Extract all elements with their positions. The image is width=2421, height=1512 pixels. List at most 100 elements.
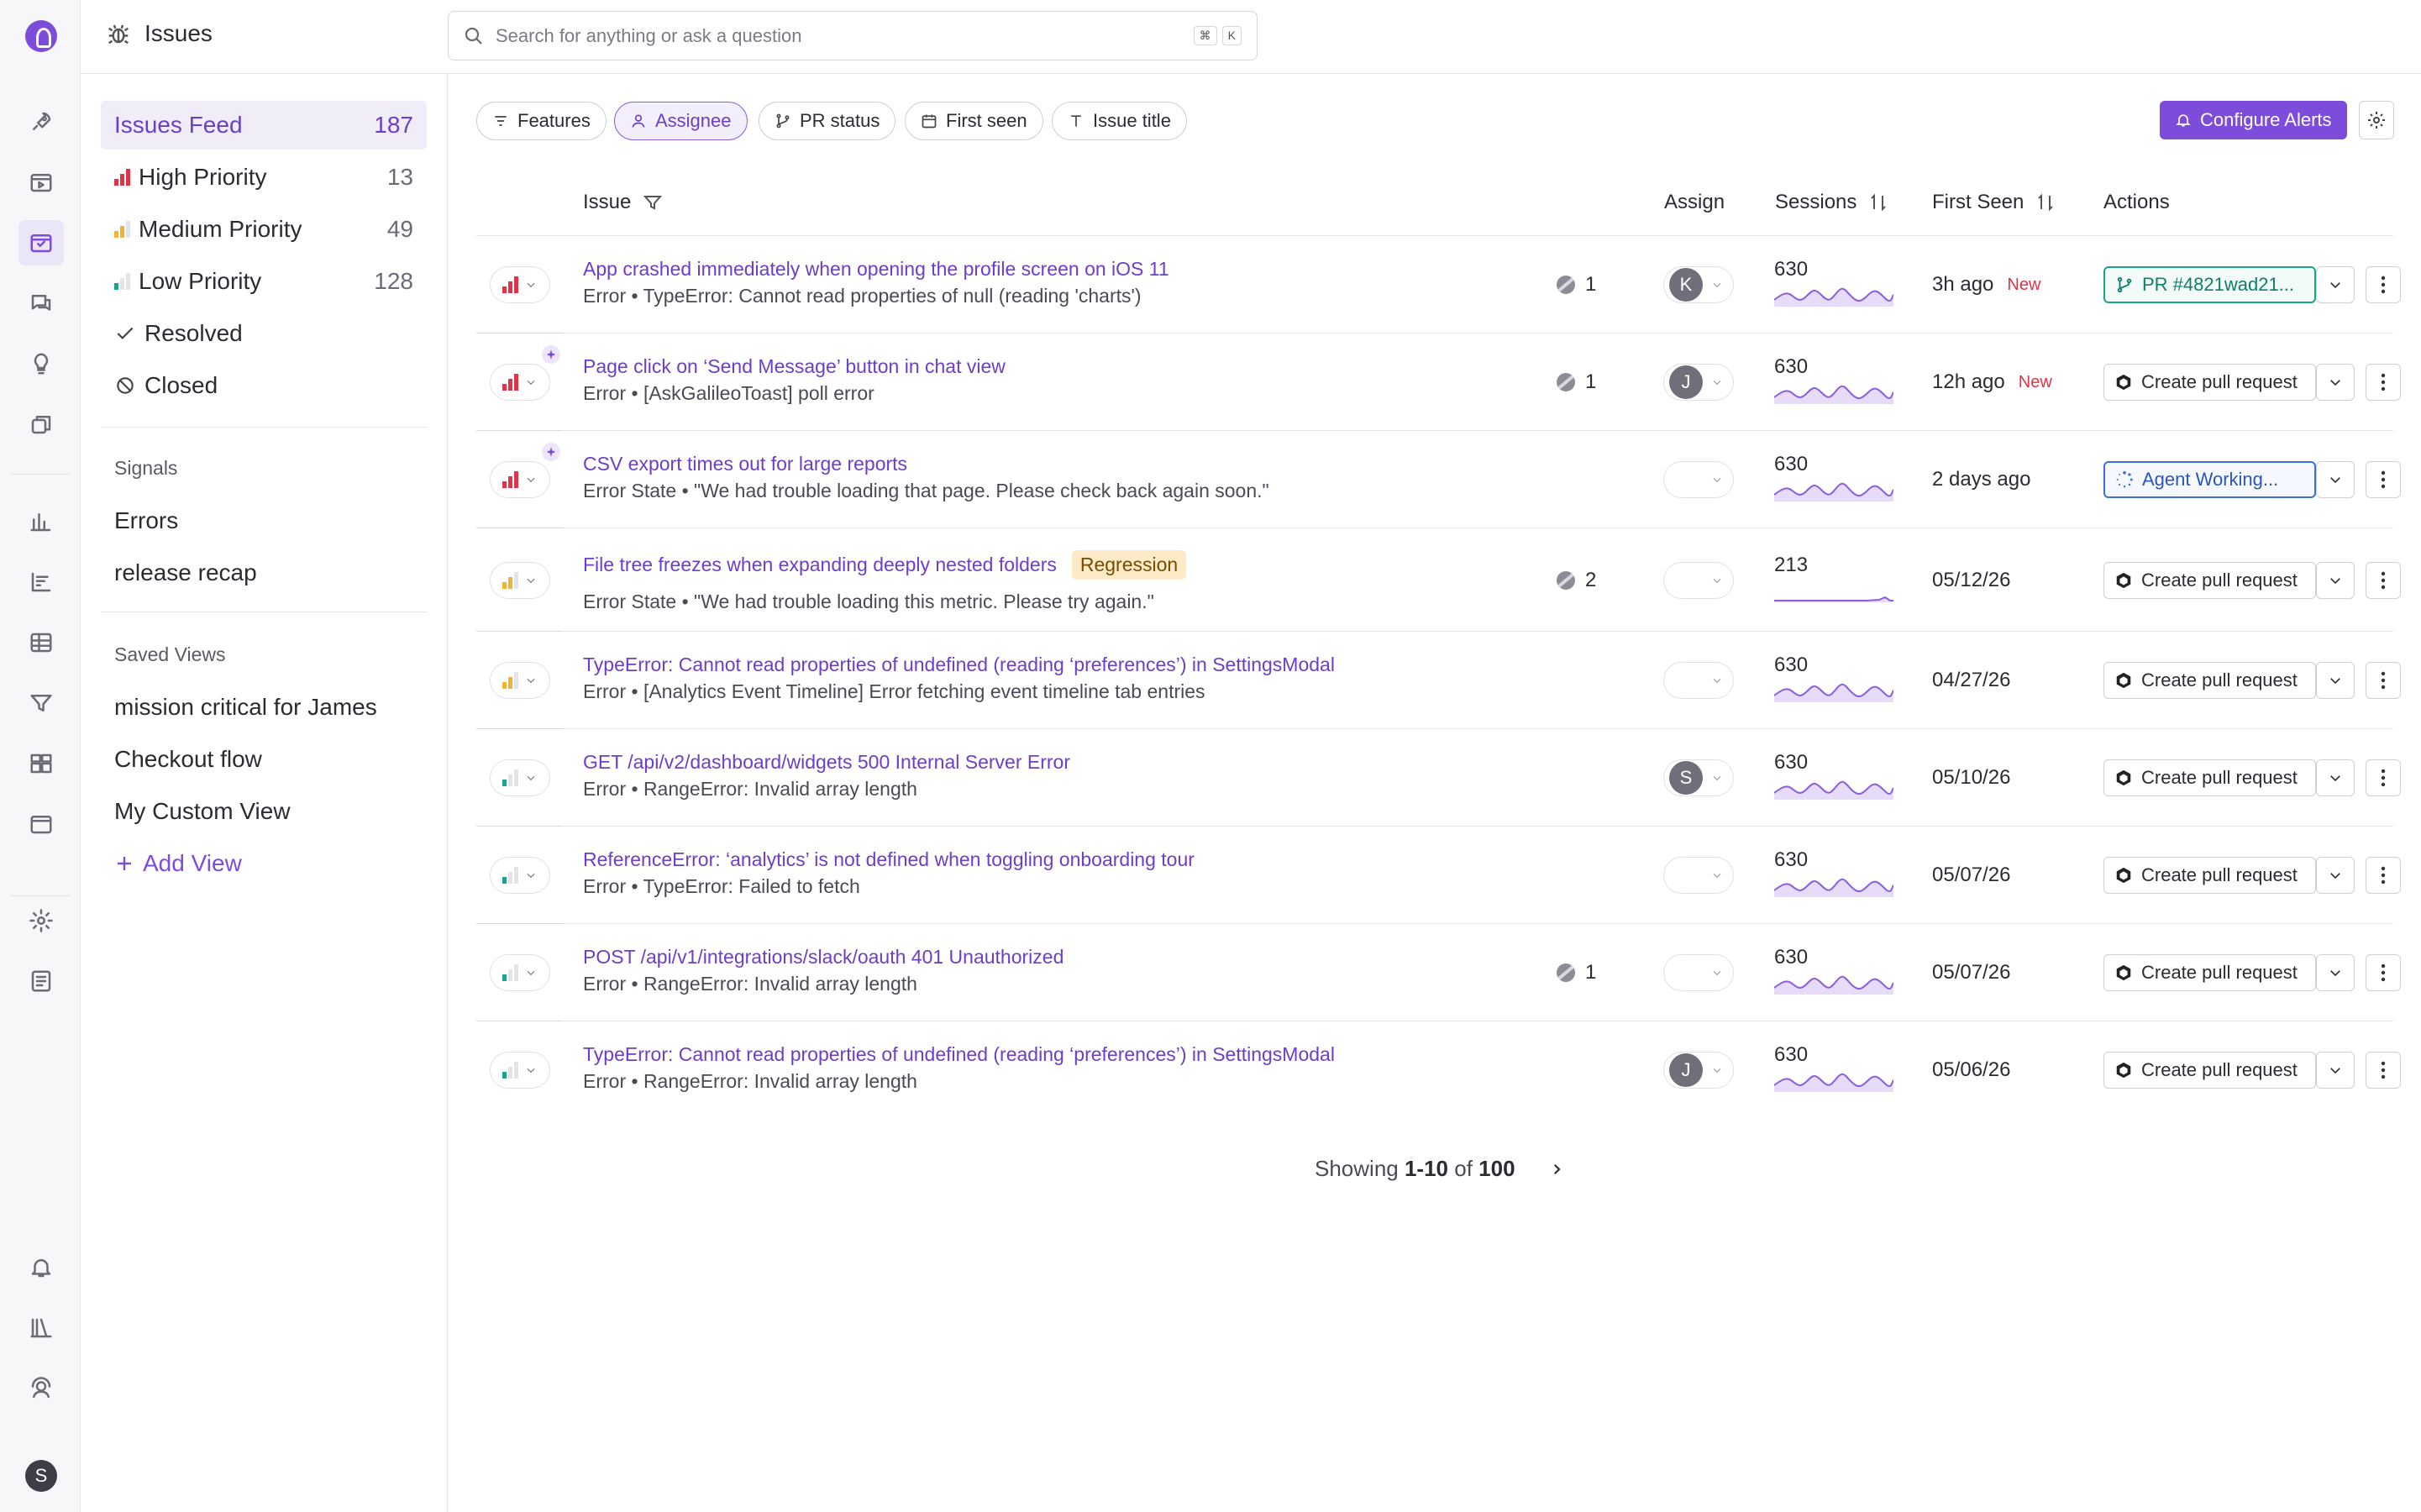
- sidebar-item-issues-feed[interactable]: Issues Feed 187: [101, 101, 427, 150]
- settings-gear-icon[interactable]: [18, 898, 64, 943]
- create-pull-request-button[interactable]: Create pull request: [2103, 857, 2316, 894]
- issue-title-row[interactable]: File tree freezes when expanding deeply …: [583, 550, 1187, 580]
- action-dropdown-button[interactable]: [2316, 954, 2355, 991]
- issue-title-link[interactable]: TypeError: Cannot read properties of und…: [583, 654, 1335, 675]
- create-pull-request-button[interactable]: Create pull request: [2103, 954, 2316, 991]
- assignee-selector[interactable]: [1663, 461, 1734, 498]
- more-options-button[interactable]: [2366, 364, 2401, 401]
- table-row[interactable]: CSV export times out for large reports Er…: [476, 431, 2401, 528]
- priority-selector[interactable]: [490, 759, 550, 796]
- assignee-selector[interactable]: S: [1663, 759, 1734, 796]
- create-pull-request-button[interactable]: Create pull request: [2103, 364, 2316, 401]
- assignee-selector[interactable]: J: [1663, 364, 1734, 401]
- bell-icon[interactable]: [18, 1245, 64, 1290]
- browser-window-icon[interactable]: [18, 801, 64, 847]
- table-row[interactable]: GET /api/v2/dashboard/widgets 500 Intern…: [476, 729, 2401, 827]
- more-options-button[interactable]: [2366, 759, 2401, 796]
- table-row[interactable]: TypeError: Cannot read properties of und…: [476, 1021, 2401, 1119]
- action-dropdown-button[interactable]: [2316, 662, 2355, 699]
- column-first-seen[interactable]: First Seen: [1932, 191, 2056, 214]
- column-issue[interactable]: Issue: [583, 191, 663, 214]
- sidebar-item-high-priority[interactable]: High Priority 13: [101, 153, 427, 202]
- priority-selector[interactable]: [490, 364, 550, 401]
- search-input[interactable]: Search for anything or ask a question ⌘ …: [448, 11, 1258, 60]
- issue-title-link[interactable]: App crashed immediately when opening the…: [583, 258, 1169, 280]
- trend-chart-icon[interactable]: [18, 559, 64, 605]
- priority-selector[interactable]: [490, 266, 550, 303]
- issue-title-row[interactable]: ReferenceError: ‘analytics’ is not defin…: [583, 848, 1195, 871]
- assignee-selector[interactable]: K: [1663, 266, 1734, 303]
- action-dropdown-button[interactable]: [2316, 562, 2355, 599]
- table-settings-button[interactable]: [2359, 101, 2394, 139]
- priority-selector[interactable]: [490, 662, 550, 699]
- filter-features[interactable]: Features: [476, 102, 607, 140]
- create-pull-request-button[interactable]: Create pull request: [2103, 759, 2316, 796]
- table-row[interactable]: TypeError: Cannot read properties of und…: [476, 632, 2401, 729]
- assignee-selector[interactable]: [1663, 562, 1734, 599]
- more-options-button[interactable]: [2366, 662, 2401, 699]
- layers-icon[interactable]: [18, 402, 64, 447]
- priority-selector[interactable]: [490, 1052, 550, 1089]
- priority-selector[interactable]: [490, 461, 550, 498]
- table-row[interactable]: App crashed immediately when opening the…: [476, 236, 2401, 333]
- sort-icon[interactable]: [1868, 192, 1888, 213]
- session-replay-icon[interactable]: [18, 160, 64, 205]
- priority-selector[interactable]: [490, 562, 550, 599]
- issue-title-row[interactable]: CSV export times out for large reports: [583, 453, 907, 475]
- library-icon[interactable]: [18, 1305, 64, 1351]
- assignee-selector[interactable]: [1663, 857, 1734, 894]
- issue-title-link[interactable]: POST /api/v1/integrations/slack/oauth 40…: [583, 946, 1063, 968]
- app-logo-icon[interactable]: [25, 20, 57, 52]
- issue-title-row[interactable]: GET /api/v2/dashboard/widgets 500 Intern…: [583, 751, 1070, 774]
- priority-selector[interactable]: [490, 954, 550, 991]
- assignee-selector[interactable]: [1663, 662, 1734, 699]
- create-pull-request-button[interactable]: Create pull request: [2103, 1052, 2316, 1089]
- sidebar-signal-release-recap[interactable]: release recap: [101, 549, 427, 597]
- funnel-icon[interactable]: [18, 680, 64, 726]
- issue-title-link[interactable]: Page click on ‘Send Message’ button in c…: [583, 355, 1006, 377]
- filter-pr-status[interactable]: PR status: [759, 102, 896, 140]
- bar-chart-icon[interactable]: [18, 499, 64, 544]
- more-options-button[interactable]: [2366, 461, 2401, 498]
- dashboard-icon[interactable]: [18, 741, 64, 786]
- issue-title-link[interactable]: File tree freezes when expanding deeply …: [583, 554, 1057, 575]
- funnel-icon[interactable]: [643, 192, 663, 213]
- table-row[interactable]: File tree freezes when expanding deeply …: [476, 528, 2401, 632]
- filter-issue-title[interactable]: Issue title: [1052, 102, 1187, 140]
- more-options-button[interactable]: [2366, 266, 2401, 303]
- action-dropdown-button[interactable]: [2316, 461, 2355, 498]
- table-icon[interactable]: [18, 620, 64, 665]
- issue-title-row[interactable]: POST /api/v1/integrations/slack/oauth 40…: [583, 946, 1063, 969]
- sidebar-item-closed[interactable]: Closed: [101, 361, 427, 410]
- table-row[interactable]: POST /api/v1/integrations/slack/oauth 40…: [476, 924, 2401, 1021]
- issue-title-link[interactable]: GET /api/v2/dashboard/widgets 500 Intern…: [583, 751, 1070, 773]
- issues-icon[interactable]: [18, 220, 64, 265]
- create-pull-request-button[interactable]: Create pull request: [2103, 562, 2316, 599]
- sort-icon[interactable]: [2035, 192, 2056, 213]
- issue-title-link[interactable]: CSV export times out for large reports: [583, 453, 907, 475]
- sidebar-item-medium-priority[interactable]: Medium Priority 49: [101, 205, 427, 254]
- configure-alerts-button[interactable]: Configure Alerts: [2160, 101, 2347, 139]
- issue-title-row[interactable]: App crashed immediately when opening the…: [583, 258, 1169, 281]
- user-avatar[interactable]: S: [25, 1460, 57, 1492]
- saved-view-item[interactable]: My Custom View: [101, 787, 427, 836]
- chat-icon[interactable]: [18, 281, 64, 326]
- assignee-selector[interactable]: J: [1663, 1052, 1734, 1089]
- docs-icon[interactable]: [18, 958, 64, 1004]
- column-sessions[interactable]: Sessions: [1775, 191, 1888, 214]
- saved-view-item[interactable]: Checkout flow: [101, 735, 427, 784]
- sidebar-signal-errors[interactable]: Errors: [101, 496, 427, 545]
- lightbulb-icon[interactable]: [18, 341, 64, 386]
- issue-title-row[interactable]: TypeError: Cannot read properties of und…: [583, 1043, 1335, 1066]
- priority-selector[interactable]: [490, 857, 550, 894]
- more-options-button[interactable]: [2366, 1052, 2401, 1089]
- add-view-button[interactable]: Add View: [101, 839, 427, 888]
- issue-title-row[interactable]: TypeError: Cannot read properties of und…: [583, 654, 1335, 676]
- action-dropdown-button[interactable]: [2316, 759, 2355, 796]
- issue-title-link[interactable]: TypeError: Cannot read properties of und…: [583, 1043, 1335, 1065]
- action-dropdown-button[interactable]: [2316, 857, 2355, 894]
- more-options-button[interactable]: [2366, 857, 2401, 894]
- table-row[interactable]: ReferenceError: ‘analytics’ is not defin…: [476, 827, 2401, 924]
- rocket-icon[interactable]: [18, 99, 64, 144]
- action-dropdown-button[interactable]: [2316, 266, 2355, 303]
